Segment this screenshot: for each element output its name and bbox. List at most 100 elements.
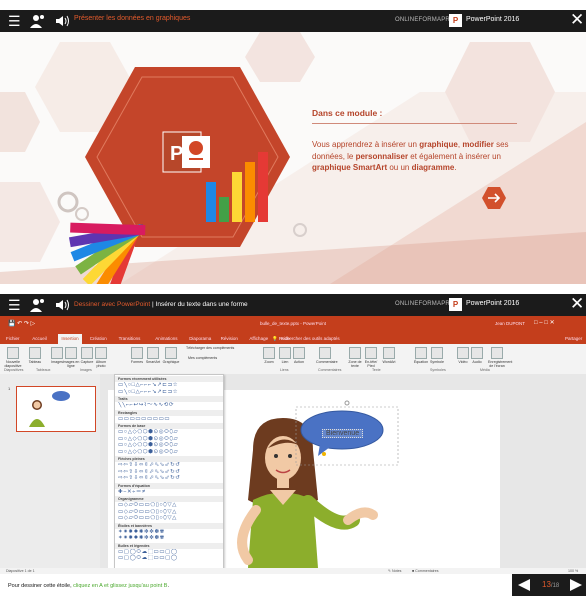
ribbon-button[interactable]: Télécharger des compléments xyxy=(186,346,246,350)
ribbon-button[interactable]: Graphique xyxy=(162,347,180,364)
ribbon-button[interactable]: WordArt xyxy=(380,347,398,364)
sound-icon[interactable] xyxy=(54,14,70,28)
tab-accueil[interactable]: Accueil xyxy=(32,336,47,341)
page-navigation: 13/18 xyxy=(512,574,586,596)
ribbon-group-label: Commentaires xyxy=(318,368,342,372)
ribbon-button-icon xyxy=(131,347,143,359)
ribbon-button[interactable]: Nouvelle diapositive xyxy=(4,347,22,368)
ribbon-group-label: Symboles xyxy=(430,368,446,372)
shape-row[interactable]: ✶✷✸✹✺✻✼✽✾ xyxy=(115,535,223,542)
ribbon-button-icon xyxy=(7,347,19,359)
slide-number: 1 xyxy=(8,386,11,391)
ribbon-button[interactable]: Enregistrement de l'écran xyxy=(488,347,512,368)
notes-icon: ✎ xyxy=(388,569,392,573)
ribbon-tabs: 💡 Rechercher des outils adaptés Partager… xyxy=(0,334,586,344)
powerpoint-logo-icon-2: P xyxy=(449,298,462,311)
tab-aide[interactable]: Aide xyxy=(281,336,290,341)
tab-création[interactable]: Création xyxy=(90,336,107,341)
ribbon-button-icon xyxy=(29,347,41,359)
ribbon-button-icon xyxy=(415,347,427,359)
window-controls[interactable]: □ – □ ✕ xyxy=(534,319,555,326)
ribbon-button-label: Mes compléments xyxy=(188,356,218,360)
instruction-text: Pour dessiner cette étoile, cliquez en A… xyxy=(8,583,169,589)
ribbon-button-label: Action xyxy=(294,360,304,364)
top-header-bar: ☰ Présenter les données en graphiques ON… xyxy=(0,10,586,32)
powerpoint-logo-icon: P xyxy=(449,14,462,27)
ribbon-button-label: WordArt xyxy=(382,360,396,364)
notes-button[interactable]: ✎ Notes xyxy=(388,569,401,573)
ribbon-button[interactable]: En-tête/ Pied xyxy=(362,347,380,368)
ribbon-button-label: Télécharger des compléments xyxy=(186,346,235,350)
app-name: PowerPoint 2016 xyxy=(466,16,520,23)
ribbon-button-icon xyxy=(165,347,177,359)
zoom-level[interactable]: 100 % xyxy=(568,569,578,573)
shape-row[interactable]: ▭◇▱⬭▭▭⬠▯○⬯▽△ xyxy=(115,515,223,522)
module-description-part: personnaliser xyxy=(355,151,409,161)
next-arrow-button[interactable] xyxy=(482,186,506,210)
ribbon-button-icon xyxy=(263,347,275,359)
menu-icon[interactable]: ☰ xyxy=(8,13,21,29)
exercise-header-bar: ☰ Dessiner avec PowerPoint | Insérer du … xyxy=(0,294,586,316)
intro-ppt-letter: P xyxy=(170,143,183,165)
ribbon-button-icon xyxy=(65,347,77,359)
module-description-part: et également à insérer un xyxy=(408,151,502,161)
menu-icon-2[interactable]: ☰ xyxy=(8,297,21,313)
tab-diaporama[interactable]: Diaporama xyxy=(189,336,211,341)
ribbon-button-label: Nouvelle diapositive xyxy=(4,360,22,368)
shape-row[interactable]: ▭▢◯⬭☁⬚▭▭▢◯ xyxy=(115,555,223,562)
comments-icon: ■ xyxy=(412,569,415,573)
module-description-part: graphique xyxy=(419,140,458,149)
module-description-part: graphique SmartArt xyxy=(312,163,388,172)
comments-button[interactable]: ■ Commentaires xyxy=(412,569,439,573)
ribbon-button[interactable]: Tableau xyxy=(26,347,44,364)
user-name: Jean DUPONT xyxy=(495,321,526,326)
previous-icon[interactable] xyxy=(518,579,530,591)
module-description-part: . xyxy=(454,163,457,172)
slide-thumbnail[interactable] xyxy=(16,386,96,432)
bubble-text[interactable]: Bienvenue xyxy=(322,429,364,438)
shape-row[interactable]: ⇨⇦⇧⇩⬄⇳⬀⬁⬂⬃↻↺ xyxy=(115,475,223,482)
shape-row[interactable]: ▭○△◇⬠⬡⬢⊙◎⬭⬯▱ xyxy=(115,449,223,456)
ribbon-button-icon xyxy=(431,347,443,359)
ribbon-button[interactable]: Commentaire xyxy=(316,347,338,364)
tab-transitions[interactable]: Transitions xyxy=(119,336,141,341)
ribbon-button[interactable]: Album photo xyxy=(92,347,110,368)
shapes-gallery-dropdown[interactable]: Formes récemment utilisées ▭╲○□△⌐⌐⌐↘↗⊏⊐☆ ▭… xyxy=(114,374,224,572)
quick-access-toolbar[interactable]: 💾 ↶ ↷ ▷ xyxy=(8,320,35,327)
sound-icon-2[interactable] xyxy=(54,298,70,312)
module-description-part: Vous apprendrez à insérer un xyxy=(312,140,420,149)
ribbon-button-icon xyxy=(147,347,159,359)
tab-fichier[interactable]: Fichier xyxy=(6,336,20,341)
next-icon[interactable] xyxy=(570,579,582,591)
share-button[interactable]: Partager xyxy=(565,336,582,341)
ribbon-group-label: Tableaux xyxy=(36,368,51,372)
ribbon-button-icon xyxy=(319,347,331,359)
user-icon-2[interactable] xyxy=(30,298,46,312)
ribbon-button[interactable]: Action xyxy=(290,347,308,364)
user-icon[interactable] xyxy=(30,14,46,28)
ribbon-button[interactable]: Symbole xyxy=(428,347,446,364)
brand-name: ONLINEFORMAPRO xyxy=(395,17,455,23)
lesson-title: Présenter les données en graphiques xyxy=(74,15,191,22)
intro-panel: P Dans ce module : Vous apprendrez à ins… xyxy=(0,32,586,284)
close-icon[interactable]: ✕ xyxy=(570,11,584,29)
ribbon-button[interactable]: SmartArt xyxy=(144,347,162,364)
ribbon-button-label: En-tête/ Pied xyxy=(364,360,378,368)
shape-row[interactable]: ▭╲○□△⌐⌐⌐↘↗⊏⊐☆ xyxy=(115,389,223,396)
close-icon-2[interactable]: ✕ xyxy=(570,295,584,313)
shape-row[interactable]: ╲╲⌐⌐↩↪⌇〜∿∿⟲⟳ xyxy=(115,402,223,409)
shape-row[interactable]: ✚−✕÷＝≠ xyxy=(115,489,223,496)
ribbon: Nouvelle diapositive Tableau Images Images … xyxy=(0,344,586,375)
shape-row[interactable]: ▭▭▭▭▭▭▭▭▭ xyxy=(115,416,223,423)
module-divider xyxy=(312,123,517,124)
ribbon-group-label: Texte xyxy=(372,368,381,372)
tab-insertion[interactable]: Insertion xyxy=(58,334,82,344)
tab-animations[interactable]: Animations xyxy=(155,336,177,341)
ribbon-button-icon xyxy=(491,347,503,359)
tab-affichage[interactable]: Affichage xyxy=(249,336,268,341)
instruction-bar: Pour dessiner cette étoile, cliquez en A… xyxy=(0,574,586,596)
tab-révision[interactable]: Révision xyxy=(221,336,238,341)
ribbon-button[interactable]: Mes compléments xyxy=(188,356,248,360)
module-description-part: diagramme xyxy=(411,163,455,172)
ribbon-button[interactable]: Audio xyxy=(468,347,486,364)
